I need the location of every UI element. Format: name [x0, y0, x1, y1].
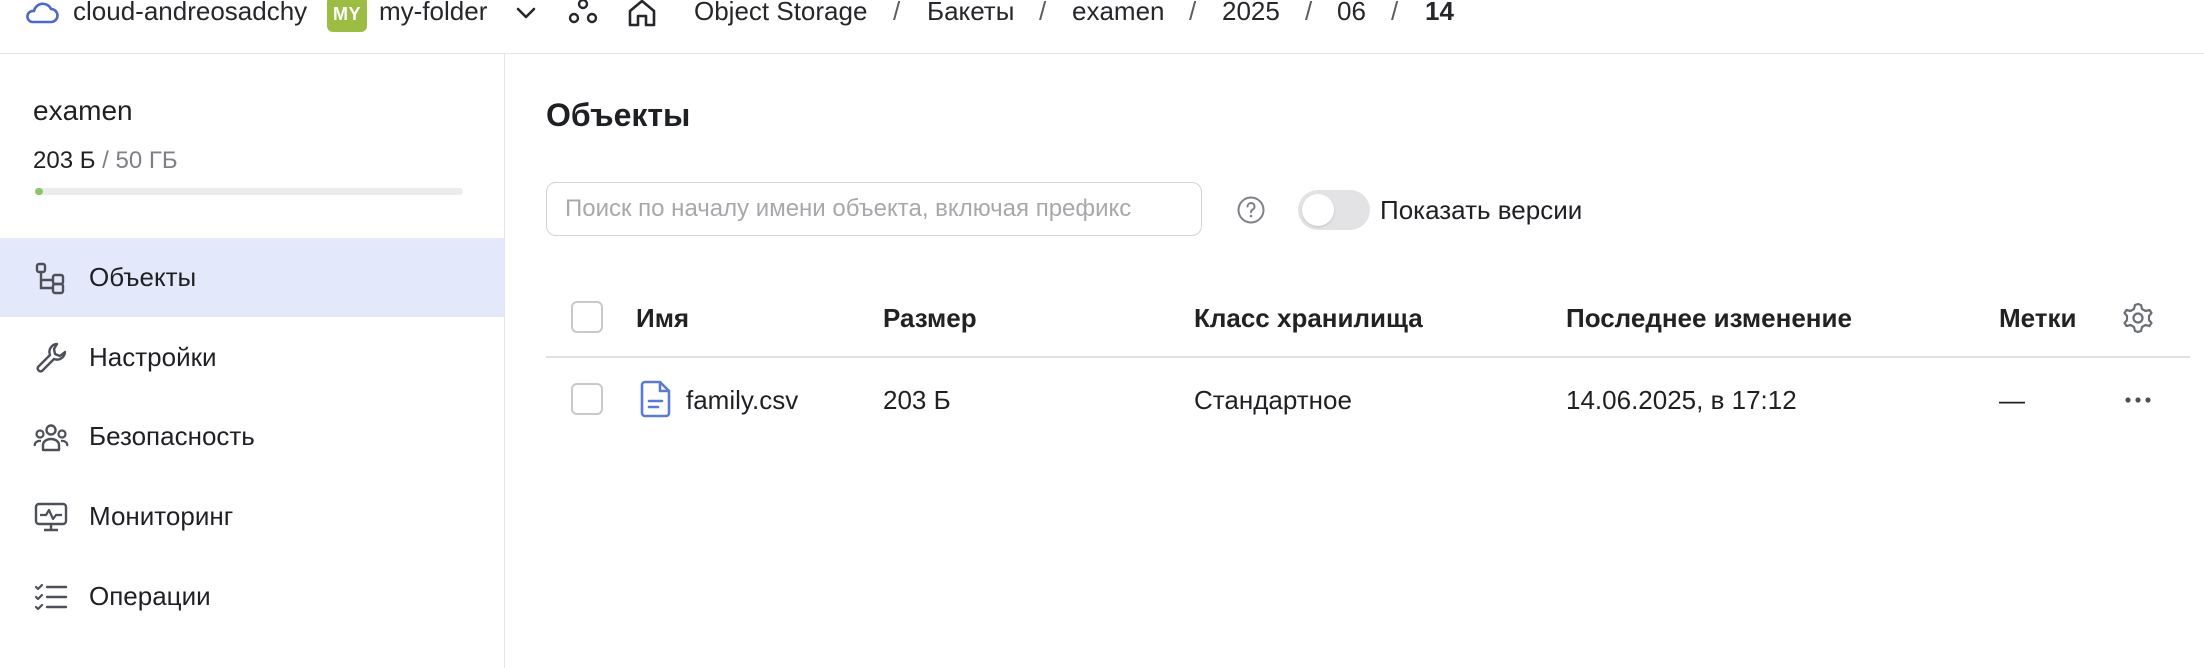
sidebar-item-label: Безопасность	[89, 421, 255, 451]
breadcrumb-bucket[interactable]: examen	[1072, 0, 1165, 27]
storage-class: Стандартное	[1194, 385, 1352, 415]
column-header-labels[interactable]: Метки	[1999, 303, 2077, 334]
sidebar-item-security[interactable]: Безопасность	[0, 397, 504, 476]
top-bar: cloud-andreosadchy MY my-folder Object S…	[0, 0, 2204, 54]
select-all-checkbox[interactable]	[571, 301, 603, 333]
labels-value: —	[1999, 385, 2025, 415]
breadcrumb-separator: /	[1189, 0, 1197, 26]
file-icon	[640, 380, 671, 418]
page-title: Объекты	[546, 97, 691, 133]
breadcrumb-month[interactable]: 06	[1337, 0, 1366, 27]
usage-used: 203 Б	[33, 147, 96, 174]
sidebar-item-label: Операции	[89, 581, 211, 611]
people-icon	[33, 423, 69, 451]
column-header-name[interactable]: Имя	[636, 303, 689, 334]
usage-total: / 50 ГБ	[95, 147, 178, 174]
sidebar-item-label: Мониторинг	[89, 501, 234, 531]
sidebar-item-label: Объекты	[89, 262, 197, 292]
more-actions-icon[interactable]	[2121, 386, 2155, 414]
bucket-name: examen	[33, 95, 133, 126]
wrench-icon	[36, 342, 67, 372]
usage-bar-fill	[35, 188, 43, 195]
last-modified: 14.06.2025, в 17:12	[1566, 385, 1797, 415]
folder-name-link[interactable]: my-folder	[379, 0, 487, 27]
sidebar-item-monitoring[interactable]: Мониторинг	[0, 477, 504, 556]
monitor-icon	[34, 502, 68, 531]
file-name-link[interactable]: family.csv	[686, 385, 798, 416]
gear-icon[interactable]	[2121, 301, 2155, 335]
sidebar-item-settings[interactable]: Настройки	[0, 318, 504, 397]
row-checkbox[interactable]	[571, 383, 603, 415]
help-icon[interactable]	[1236, 195, 1266, 225]
breadcrumb-buckets[interactable]: Бакеты	[927, 0, 1014, 27]
usage-bar	[35, 188, 463, 195]
folder-badge: MY	[327, 0, 367, 32]
show-versions-label: Показать версии	[1380, 195, 1583, 225]
sidebar-item-objects[interactable]: Объекты	[0, 238, 504, 317]
cloud-name-link[interactable]: cloud-andreosadchy	[73, 0, 307, 27]
services-icon[interactable]	[567, 0, 599, 28]
search-input[interactable]	[546, 182, 1202, 236]
breadcrumb-separator: /	[1039, 0, 1047, 26]
home-icon[interactable]	[625, 0, 659, 30]
breadcrumb-object-storage[interactable]: Object Storage	[694, 0, 867, 27]
list-icon	[34, 583, 68, 610]
bucket-usage: 203 Б / 50 ГБ	[33, 147, 178, 175]
objects-icon	[35, 262, 65, 294]
breadcrumb-separator: /	[1305, 0, 1313, 26]
column-header-storage-class[interactable]: Класс хранилища	[1194, 303, 1423, 334]
chevron-down-icon[interactable]	[513, 0, 539, 26]
breadcrumb-separator: /	[893, 0, 901, 26]
column-header-size[interactable]: Размер	[883, 303, 977, 334]
breadcrumb-separator: /	[1391, 0, 1399, 26]
table-header-divider	[546, 356, 2190, 358]
file-size: 203 Б	[883, 385, 951, 415]
sidebar-item-label: Настройки	[89, 342, 217, 372]
toggle-knob	[1302, 194, 1334, 226]
sidebar: examen 203 Б / 50 ГБ Объекты Настройки Б…	[0, 54, 505, 668]
column-header-modified[interactable]: Последнее изменение	[1566, 303, 1852, 334]
show-versions-toggle[interactable]	[1298, 190, 1370, 230]
breadcrumb-day: 14	[1425, 0, 1454, 26]
cloud-icon	[26, 2, 59, 24]
breadcrumb-year[interactable]: 2025	[1222, 0, 1280, 27]
sidebar-item-operations[interactable]: Операции	[0, 557, 504, 636]
